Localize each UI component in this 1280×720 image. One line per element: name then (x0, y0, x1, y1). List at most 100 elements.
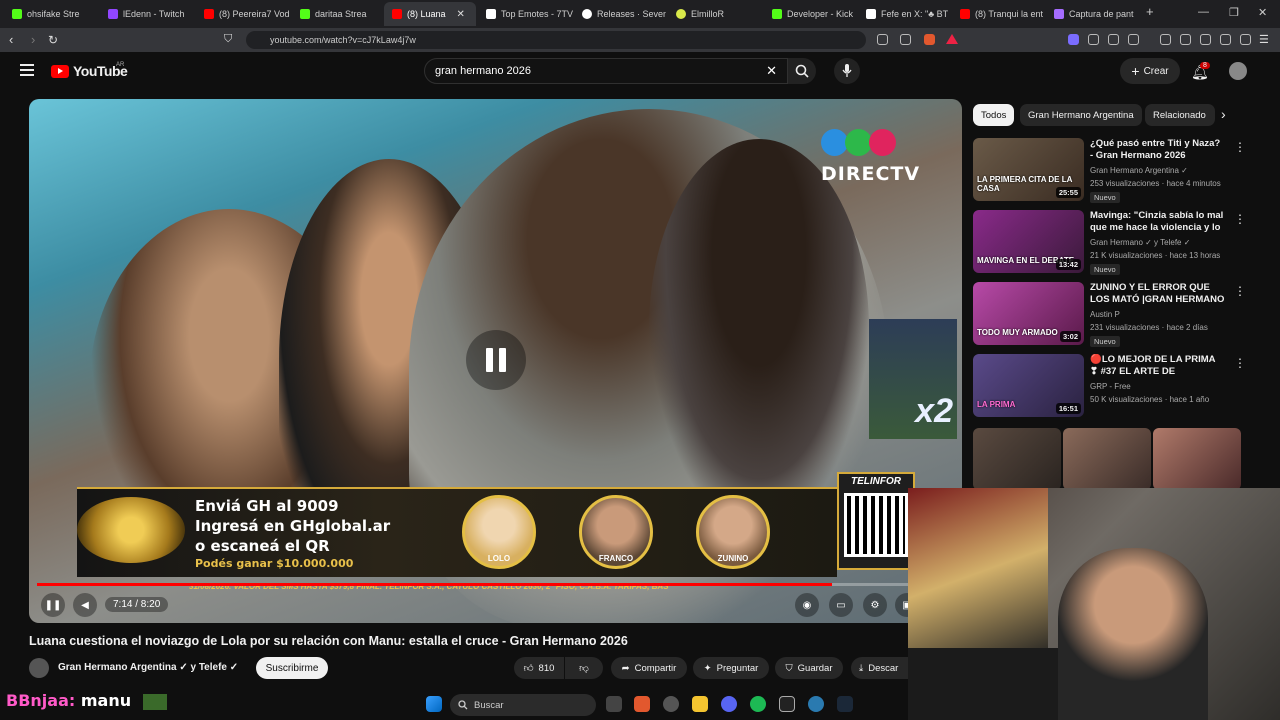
discord-icon[interactable] (721, 696, 737, 712)
wallet-icon[interactable] (1200, 34, 1211, 45)
recommendation-item[interactable]: MAVINGA EN EL DEBATE 13:42 Mavinga: "Cinz… (973, 210, 1246, 276)
browser-tab[interactable]: daritaa Strea (292, 2, 384, 26)
video-thumbnail[interactable]: MAVINGA EN EL DEBATE 13:42 (973, 210, 1084, 273)
channel-avatar[interactable] (29, 658, 49, 678)
video-player[interactable]: DIRECTV x2 Enviá GH al 9009 Ingresá en G… (29, 99, 962, 623)
more-options-icon[interactable]: ⋮ (1234, 212, 1246, 226)
share-icon[interactable] (900, 34, 911, 45)
chevron-right-icon[interactable]: › (1221, 106, 1226, 122)
browser-tab[interactable]: ohsifake Stre (4, 2, 100, 26)
chip-relacionado[interactable]: Relacionado (1145, 104, 1215, 126)
chip-gran-hermano[interactable]: Gran Hermano Argentina (1020, 104, 1142, 126)
extension-icon[interactable] (1108, 34, 1119, 45)
brave-shields-icon[interactable] (924, 34, 935, 45)
cast-icon[interactable] (877, 34, 888, 45)
more-options-icon[interactable]: ⋮ (1234, 140, 1246, 154)
new-badge: Nuevo (1090, 192, 1120, 203)
search-button[interactable] (788, 58, 816, 84)
volume-icon[interactable]: ◀ (73, 593, 97, 617)
reload-icon[interactable]: ↻ (48, 33, 58, 47)
download-button[interactable]: ⤓ Descar (851, 657, 909, 679)
recommendation-item[interactable]: LA PRIMA 16:51 🔴LO MEJOR DE LA PRIMA ❣ #3… (973, 354, 1246, 420)
browser-tab[interactable]: (8) Peereira7 Vod (196, 2, 292, 26)
task-view-icon[interactable] (606, 696, 622, 712)
windows-start-icon[interactable] (426, 696, 442, 712)
browser-tab[interactable]: ElmilloR (668, 2, 764, 26)
browser-tab[interactable]: (8) Tranqui la ent (952, 2, 1046, 26)
sidebar-icon[interactable] (1180, 34, 1191, 45)
recommendation-item[interactable]: TODO MUY ARMADO 3:02 ZUNINO Y EL ERROR QU… (973, 282, 1246, 348)
more-options-icon[interactable]: ⋮ (1234, 356, 1246, 370)
settings-gear-icon[interactable]: ⚙ (863, 593, 887, 617)
dislike-button[interactable]: 👎︎ (565, 657, 603, 679)
browser-tab[interactable]: lEdenn - Twitch (100, 2, 196, 26)
recommendation-channel[interactable]: GRP - Free (1090, 382, 1131, 391)
obs-icon[interactable] (663, 696, 679, 712)
recommendation-item[interactable]: LA PRIMERA CITA DE LA CASA 25:55 ¿Qué pas… (973, 138, 1246, 204)
channel-name[interactable]: Gran Hermano Argentina ✓ y Telefe ✓ (58, 662, 238, 673)
browser-tab[interactable]: Releases · SevenT (574, 2, 666, 26)
video-thumbnail[interactable] (1063, 428, 1151, 490)
recommendation-channel[interactable]: Austin P (1090, 310, 1120, 319)
like-button[interactable]: 👍︎ 810 (514, 657, 564, 679)
extension-icon[interactable] (1128, 34, 1139, 45)
video-thumbnail[interactable] (1153, 428, 1241, 490)
menu-icon[interactable]: ☰ (1259, 33, 1269, 46)
share-button[interactable]: ➦ Compartir (611, 657, 687, 679)
chip-todos[interactable]: Todos (973, 104, 1015, 126)
clear-search-icon[interactable]: ✕ (766, 63, 777, 79)
video-thumbnail[interactable]: LA PRIMERA CITA DE LA CASA 25:55 (973, 138, 1084, 201)
minimize-button[interactable]: — (1198, 6, 1209, 18)
extension-icon[interactable] (1068, 34, 1079, 45)
video-thumbnail[interactable]: TODO MUY ARMADO 3:02 (973, 282, 1084, 345)
recommendation-title[interactable]: Mavinga: "Cinzia sabía lo mal que me hac… (1090, 210, 1225, 234)
video-thumbnail[interactable] (973, 428, 1061, 490)
taskbar-search[interactable]: Buscar (450, 694, 596, 716)
browser-tab[interactable]: Captura de pant (1046, 2, 1140, 26)
brave-rewards-icon[interactable] (946, 34, 958, 44)
browser-tab-active[interactable]: (8) Luana ✕ (384, 2, 476, 26)
app-icon[interactable] (808, 696, 824, 712)
progress-bar[interactable] (37, 583, 953, 586)
create-button[interactable]: + Crear (1120, 58, 1180, 84)
recommendation-channel[interactable]: Gran Hermano ✓ y Telefe ✓ (1090, 238, 1190, 247)
browser-tab[interactable]: Top Emotes - 7TV (478, 2, 574, 26)
search-input[interactable]: gran hermano 2026 ✕ (424, 58, 788, 84)
thumbnail-strip[interactable] (973, 428, 1243, 490)
forward-icon[interactable]: › (31, 32, 35, 47)
file-explorer-icon[interactable] (692, 696, 708, 712)
avatar[interactable] (1229, 62, 1247, 80)
media-icon[interactable] (1160, 34, 1171, 45)
url-field[interactable]: youtube.com/watch?v=cJ7kLaw4j7w (246, 31, 866, 49)
recommendation-title[interactable]: 🔴LO MEJOR DE LA PRIMA ❣ #37 EL ARTE DE T… (1090, 354, 1225, 378)
subscribe-button[interactable]: Suscribirme (256, 657, 328, 679)
app-icon[interactable] (779, 696, 795, 712)
bookmark-icon[interactable]: ⛉ (224, 33, 232, 46)
ask-button[interactable]: ✦ Preguntar (693, 657, 769, 679)
brave-icon[interactable] (634, 696, 650, 712)
recommendation-channel[interactable]: Gran Hermano Argentina ✓ (1090, 166, 1188, 175)
extension-icon[interactable] (1088, 34, 1099, 45)
close-window-button[interactable]: ✕ (1258, 6, 1267, 19)
maximize-button[interactable]: ❐ (1229, 6, 1239, 19)
new-tab-button[interactable]: + (1146, 4, 1154, 19)
video-thumbnail[interactable]: LA PRIMA 16:51 (973, 354, 1084, 417)
pause-button[interactable]: ❚❚ (41, 593, 65, 617)
close-tab-icon[interactable]: ✕ (457, 9, 465, 20)
browser-tab[interactable]: Developer - Kick (764, 2, 858, 26)
browser-tab[interactable]: Fefe en X: "♣ BT (858, 2, 952, 26)
hamburger-menu-icon[interactable] (20, 64, 34, 76)
leo-icon[interactable] (1220, 34, 1231, 45)
autoplay-toggle[interactable]: ◉ (795, 593, 819, 617)
spotify-icon[interactable] (750, 696, 766, 712)
save-button[interactable]: ⛉ Guardar (775, 657, 843, 679)
pause-overlay-icon[interactable] (466, 330, 526, 390)
voice-search-button[interactable] (834, 58, 860, 84)
back-icon[interactable]: ‹ (9, 32, 13, 47)
recommendation-title[interactable]: ZUNINO Y EL ERROR QUE LOS MATÓ |GRAN HER… (1090, 282, 1225, 306)
more-options-icon[interactable]: ⋮ (1234, 284, 1246, 298)
steam-icon[interactable] (837, 696, 853, 712)
subtitles-icon[interactable]: ▭ (829, 593, 853, 617)
recommendation-title[interactable]: ¿Qué pasó entre Titi y Naza? - Gran Herm… (1090, 138, 1225, 162)
vpn-icon[interactable] (1240, 34, 1251, 45)
